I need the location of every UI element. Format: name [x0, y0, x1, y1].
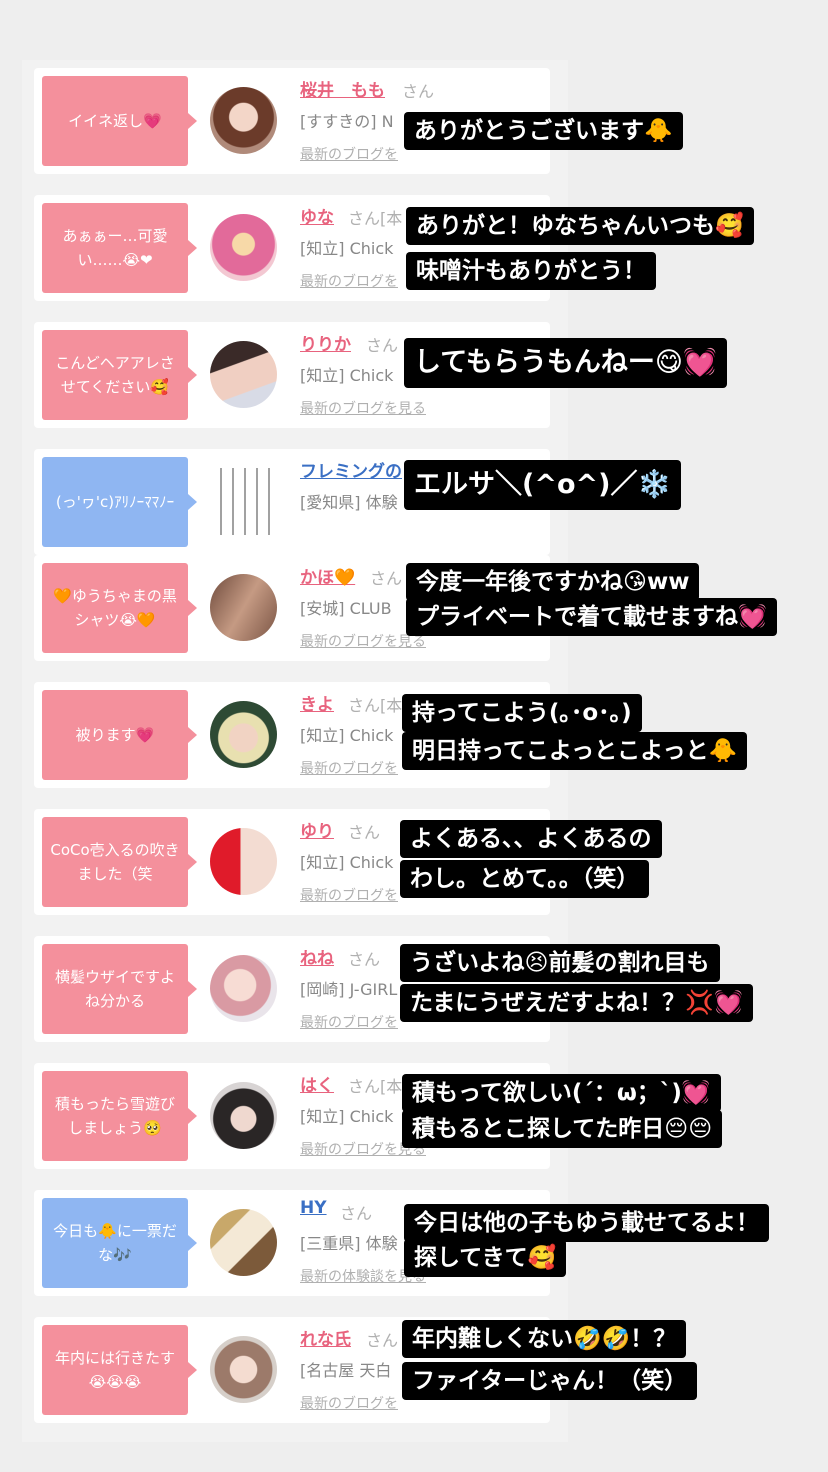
shop-label: [知立] Chick [300, 853, 394, 872]
caption-overlay: 持ってこよう(｡･o･｡) [402, 694, 642, 732]
caption-overlay: ファイターじゃん！（笑） [402, 1362, 698, 1400]
blog-link[interactable]: 最新のブログを [300, 271, 398, 291]
caption-overlay: たまにうぜえだすよね！？💢💓 [400, 984, 753, 1022]
avatar[interactable] [210, 828, 277, 895]
reply-bubble: 被ります💗 [42, 690, 197, 780]
caption-overlay: 積もるとこ探してた昨日😔😔 [402, 1110, 723, 1148]
user-name-link[interactable]: ねね [300, 944, 334, 969]
avatar[interactable] [210, 955, 277, 1022]
user-name-link[interactable]: りりか [300, 330, 351, 355]
honorific: さん[本 [348, 209, 403, 228]
caption-overlay: 味噌汁もありがとう！ [406, 252, 656, 290]
blog-link[interactable]: 最新のブログを [300, 885, 398, 905]
shop-label: [知立] Chick [300, 1107, 394, 1126]
honorific: さん [340, 1204, 373, 1223]
reply-bubble: 年内には行きたす😭😭😭 [42, 1325, 197, 1415]
reply-bubble: あぁぁー…可愛い……😭❤ [42, 203, 197, 293]
blog-link[interactable]: 最新のブログを [300, 1012, 398, 1032]
honorific: さん [366, 336, 399, 355]
shop-label: [岡崎] J-GIRL [300, 980, 398, 999]
reply-bubble: こんどヘアアレさせてください🥰 [42, 330, 197, 420]
user-name-link[interactable]: はく [300, 1071, 334, 1096]
avatar[interactable] [210, 1209, 277, 1276]
user-name-link[interactable]: かほ🧡 [300, 563, 355, 588]
shop-label: [すすきの] N [300, 112, 394, 131]
reply-bubble: (っ'ヮ'c)ｱﾘﾉｰﾏﾏﾉｰ [42, 457, 197, 547]
caption-overlay: 積もって欲しい(´：ω；`)💓 [402, 1074, 721, 1112]
honorific: さん [370, 569, 403, 588]
shop-label: [愛知県] 体験 [300, 493, 398, 512]
caption-overlay: ありがとうございます🐥 [404, 112, 683, 150]
avatar[interactable] [210, 1336, 277, 1403]
honorific: さん[本 [348, 1077, 403, 1096]
reply-bubble: 横髪ウザイですよね分かる [42, 944, 197, 1034]
shop-label: [安城] CLUB [300, 599, 392, 618]
reply-bubble: 積もったら雪遊びしましょう🥺 [42, 1071, 197, 1161]
user-name-link[interactable]: 桜井 もも [300, 76, 385, 101]
user-name-link[interactable]: ゆり [300, 817, 334, 842]
reply-bubble: 今日も🐥に一票だな🎶 [42, 1198, 197, 1288]
caption-overlay: 今度一年後ですかね😘ww [406, 563, 700, 601]
caption-overlay: うざいよね😣前髪の割れ目も [400, 944, 720, 982]
shop-label: [知立] Chick [300, 366, 394, 385]
avatar[interactable] [210, 214, 277, 281]
avatar[interactable] [210, 341, 277, 408]
shop-label: [三重県] 体験 [300, 1234, 398, 1253]
user-name-link[interactable]: きよ [300, 690, 334, 715]
caption-overlay: よくある、、よくあるの [400, 820, 662, 858]
shop-label: [知立] Chick [300, 239, 394, 258]
honorific: さん[本 [348, 696, 403, 715]
avatar[interactable] [210, 1082, 277, 1149]
avatar[interactable] [210, 468, 277, 535]
honorific: さん [348, 823, 381, 842]
caption-overlay: わし。とめて。。（笑） [400, 860, 650, 898]
avatar[interactable] [210, 574, 277, 641]
user-name-link[interactable]: フレミングの [300, 457, 402, 482]
user-name-link[interactable]: ゆな [300, 203, 334, 228]
honorific: さん [366, 1331, 399, 1350]
caption-overlay: してもらうもんねー😋💓 [404, 338, 727, 388]
honorific: さん [402, 82, 435, 101]
honorific: さん [348, 950, 381, 969]
shop-label: [知立] Chick [300, 726, 394, 745]
caption-overlay: 今日は他の子もゆう載せてるよ！ [404, 1204, 769, 1242]
caption-overlay: 明日持ってこよっとこよっと🐥 [402, 732, 748, 770]
reply-bubble: CoCo壱入るの吹きました（笑 [42, 817, 197, 907]
caption-overlay: ありがと！ゆなちゃんいつも🥰 [406, 207, 754, 245]
reply-bubble: 🧡ゆうちゃまの黒シャツ😭🧡 [42, 563, 197, 653]
caption-overlay: 年内難しくない🤣🤣！？ [402, 1320, 687, 1358]
caption-overlay: 探してきて🥰 [404, 1239, 567, 1277]
caption-overlay: プライベートで着て載せますね💓 [406, 598, 777, 636]
shop-label: [名古屋 天白 [300, 1361, 392, 1380]
reply-bubble: イイネ返し💗 [42, 76, 197, 166]
user-name-link[interactable]: HY [300, 1198, 327, 1218]
avatar[interactable] [210, 87, 277, 154]
user-name-link[interactable]: れな氏 [300, 1325, 351, 1350]
caption-overlay: エルサ＼(^o^)／❄️ [404, 460, 682, 510]
blog-link[interactable]: 最新のブログを見る [300, 398, 426, 418]
avatar[interactable] [210, 701, 277, 768]
blog-link[interactable]: 最新のブログを [300, 144, 398, 164]
blog-link[interactable]: 最新のブログを [300, 758, 398, 778]
blog-link[interactable]: 最新のブログを [300, 1393, 398, 1413]
